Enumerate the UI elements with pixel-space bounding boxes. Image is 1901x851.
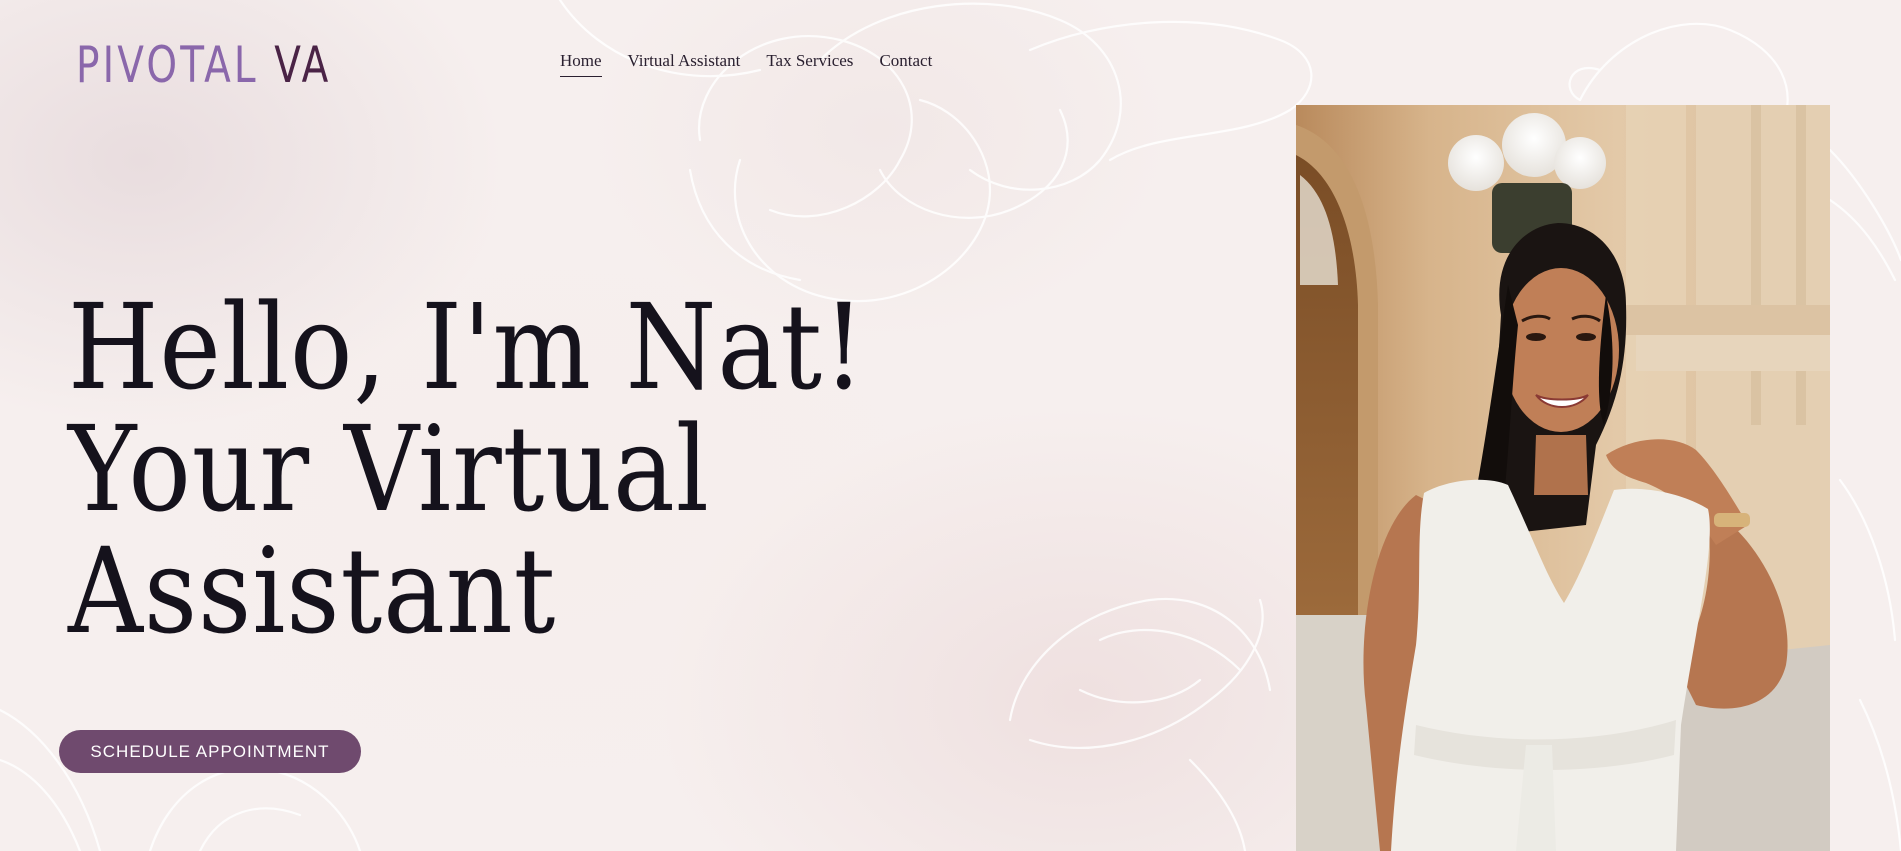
portrait-illustration <box>1296 105 1830 851</box>
hero-heading-line-2: Your Virtual <box>68 400 710 538</box>
nav-item-home[interactable]: Home <box>560 50 602 77</box>
schedule-appointment-button[interactable]: SCHEDULE APPOINTMENT <box>59 730 361 773</box>
site-header: PIVOTAL VA Home Virtual Assistant Tax Se… <box>0 0 1901 110</box>
hero-heading-line-1: Hello, I'm Nat! <box>68 278 866 416</box>
logo-text-primary: PIVOTAL <box>76 36 259 94</box>
nav-item-contact[interactable]: Contact <box>879 50 932 77</box>
portrait-photo <box>1296 105 1830 851</box>
nav-item-virtual-assistant[interactable]: Virtual Assistant <box>628 50 741 77</box>
nav-item-tax-services[interactable]: Tax Services <box>766 50 853 77</box>
main-nav: Home Virtual Assistant Tax Services Cont… <box>560 50 932 77</box>
site-logo[interactable]: PIVOTAL VA <box>76 36 331 94</box>
hero-heading: Hello, I'm Nat! Your Virtual Assistant <box>68 286 865 652</box>
logo-text-secondary: VA <box>274 36 332 94</box>
hero-heading-line-3: Assistant <box>68 522 557 660</box>
